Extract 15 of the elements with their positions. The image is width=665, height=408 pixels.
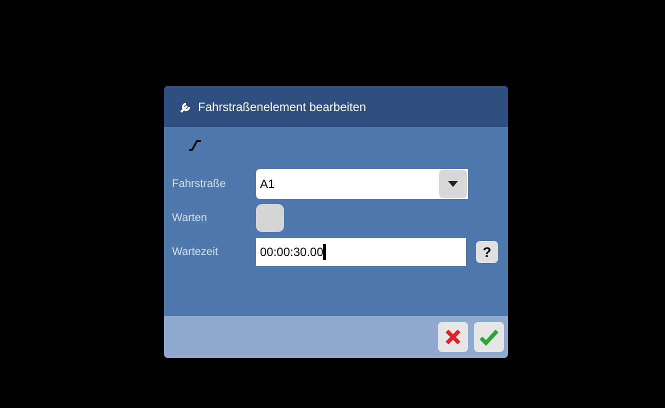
route-element-icon — [188, 139, 202, 151]
field-label: Warten — [172, 210, 208, 226]
confirm-button[interactable] — [474, 322, 504, 352]
wrench-icon — [180, 100, 192, 112]
wait-time-field[interactable]: 00:00:30.00 — [256, 238, 466, 266]
close-icon — [444, 328, 462, 346]
route-dropdown[interactable]: A1 — [256, 169, 468, 199]
caret-icon — [439, 170, 467, 198]
field-label: Fahrstraße — [172, 176, 227, 192]
wait-checkbox[interactable] — [256, 204, 284, 232]
window-title: Fahrstraßenelement bearbeiten — [198, 98, 366, 116]
cancel-button[interactable] — [438, 322, 468, 352]
help-button[interactable]: ? — [476, 241, 498, 263]
field-label: Wartezeit — [172, 244, 220, 260]
checkmark-icon — [479, 328, 499, 346]
